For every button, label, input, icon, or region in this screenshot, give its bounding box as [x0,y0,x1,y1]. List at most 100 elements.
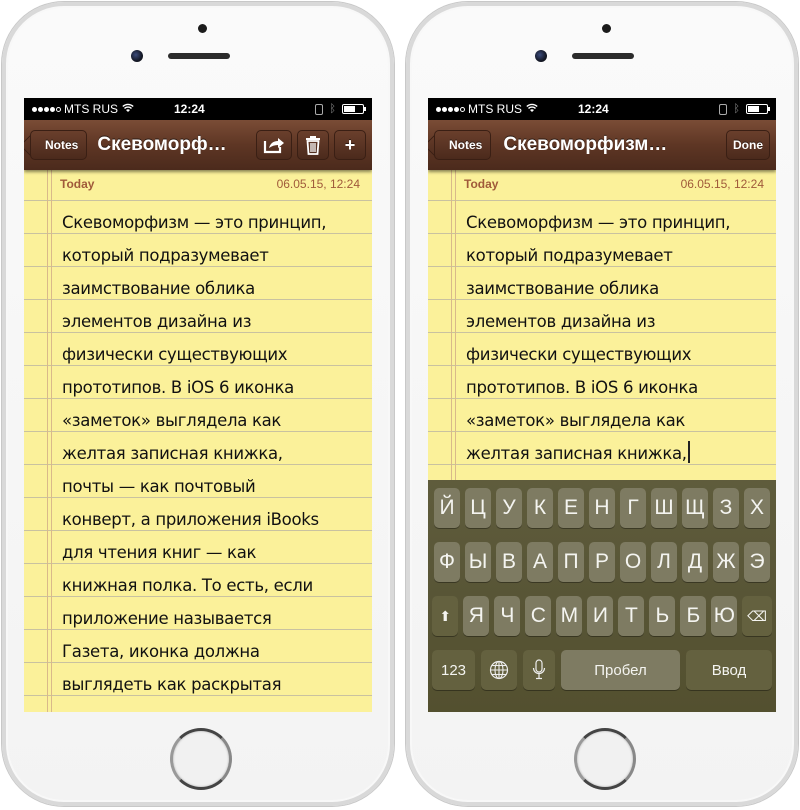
carrier-name: MTS RUS [64,102,118,116]
carrier-name: MTS RUS [468,102,522,116]
key-row2-6[interactable]: О [620,542,646,582]
navigation-bar: Notes Скевоморфизм… Done [428,120,776,170]
key-row1-3[interactable]: К [527,488,553,528]
key-row2-10[interactable]: Э [744,542,770,582]
note-line: физически существующих [466,345,692,364]
note-line: заимствование облика [62,279,255,298]
note-line: прототипов. В iOS 6 иконка [62,378,294,397]
key-row3-3[interactable]: М [556,596,583,636]
screen: MTS RUS 12:24 ᛒ Notes Скевоморфизм… Done… [428,98,776,712]
notes-back-button[interactable]: Notes [434,130,492,160]
microphone-icon [532,659,546,680]
share-button[interactable] [256,130,292,160]
note-line: заимствование облика [466,279,659,298]
signal-strength-icon [436,106,465,112]
proximity-sensor [602,24,611,33]
key-row1-0[interactable]: Й [434,488,460,528]
home-button[interactable] [574,728,636,790]
shift-icon: ⬆ [439,607,452,624]
note-paper[interactable]: Today 06.05.15, 12:24 Скевоморфизм — это… [428,170,776,712]
earpiece-speaker [168,53,230,59]
key-row3-2[interactable]: С [525,596,552,636]
keyboard-row-2: ФЫВАПРОЛДЖЭ [431,542,773,582]
key-row1-10[interactable]: Х [744,488,770,528]
key-row2-3[interactable]: А [527,542,553,582]
key-row2-8[interactable]: Д [682,542,708,582]
signal-strength-icon [32,106,61,112]
backspace-icon: ⌫ [747,607,768,624]
note-line: прототипов. В iOS 6 иконка [466,378,698,397]
key-row3-7[interactable]: Б [680,596,707,636]
note-line-with-cursor: желтая записная книжка, [466,437,768,470]
note-body[interactable]: Скевоморфизм — это принцип, который подр… [62,206,364,701]
note-paper[interactable]: Today 06.05.15, 12:24 Скевоморфизм — это… [24,170,372,712]
note-line: желтая записная книжка, [62,444,283,463]
key-row1-4[interactable]: Е [558,488,584,528]
note-line: приложение называется [62,609,272,628]
dictation-key[interactable] [523,650,555,690]
phone-left: MTS RUS 12:24 ᛒ Notes Скевоморф… + Today… [2,2,394,806]
key-row1-9[interactable]: З [713,488,739,528]
key-row3-0[interactable]: Я [463,596,490,636]
front-camera [131,50,143,62]
shift-key[interactable]: ⬆ [432,596,459,636]
key-row3-6[interactable]: Ь [649,596,676,636]
key-row1-5[interactable]: Н [589,488,615,528]
key-row1-1[interactable]: Ц [465,488,491,528]
orientation-lock-icon [315,103,324,115]
done-button[interactable]: Done [726,130,770,160]
battery-icon [746,104,770,114]
note-title: Скевоморф… [97,134,227,155]
key-row2-7[interactable]: Л [651,542,677,582]
note-line: Скевоморфизм — это принцип, [62,213,327,232]
status-bar: MTS RUS 12:24 ᛒ [24,98,372,120]
note-line: выглядеть как раскрытая [62,675,282,694]
key-row2-1[interactable]: Ы [465,542,491,582]
home-button[interactable] [170,728,232,790]
share-icon [263,138,284,154]
screen: MTS RUS 12:24 ᛒ Notes Скевоморф… + Today… [24,98,372,712]
note-line: «заметок» выглядела как [466,411,686,430]
note-timestamp: 06.05.15, 12:24 [680,177,764,191]
key-row2-5[interactable]: Р [589,542,615,582]
key-row1-2[interactable]: У [496,488,522,528]
front-camera [535,50,547,62]
note-date-label: Today [60,177,95,191]
key-row2-9[interactable]: Ж [713,542,739,582]
note-line: для чтения книг — как [62,543,257,562]
trash-icon [306,136,320,155]
add-note-button[interactable]: + [334,130,366,160]
backspace-key[interactable]: ⌫ [742,596,772,636]
key-row2-2[interactable]: В [496,542,522,582]
keyboard-row-3-letters: ЯЧСМИТЬБЮ [463,596,738,636]
globe-icon [489,660,509,680]
globe-key[interactable] [481,650,517,690]
wifi-icon [122,103,134,116]
key-row2-0[interactable]: Ф [434,542,460,582]
keyboard-row-3: ⬆ ЯЧСМИТЬБЮ ⌫ [431,596,773,636]
battery-icon [342,104,366,114]
key-row1-8[interactable]: Щ [682,488,708,528]
note-line: «заметок» выглядела как [62,411,282,430]
key-row2-4[interactable]: П [558,542,584,582]
note-line: Скевоморфизм — это принцип, [466,213,731,232]
note-line: который подразумевает [62,246,269,265]
note-line: Газета, иконка должна [62,642,260,661]
keyboard-bottom-row: 123 Пробел Ввод [431,650,773,690]
numbers-key[interactable]: 123 [432,650,475,690]
enter-key[interactable]: Ввод [686,650,772,690]
key-row3-4[interactable]: И [587,596,614,636]
notes-back-button[interactable]: Notes [30,130,88,160]
space-key[interactable]: Пробел [561,650,680,690]
key-row1-7[interactable]: Ш [651,488,677,528]
note-line: элементов дизайна из [62,312,252,331]
note-timestamp: 06.05.15, 12:24 [276,177,360,191]
key-row3-1[interactable]: Ч [494,596,521,636]
key-row1-6[interactable]: Г [620,488,646,528]
note-line: физически существующих [62,345,288,364]
key-row3-5[interactable]: Т [618,596,645,636]
note-body[interactable]: Скевоморфизм — это принцип, который подр… [466,206,768,470]
note-title: Скевоморфизм… [503,134,668,155]
trash-button[interactable] [297,130,329,160]
key-row3-8[interactable]: Ю [711,596,738,636]
